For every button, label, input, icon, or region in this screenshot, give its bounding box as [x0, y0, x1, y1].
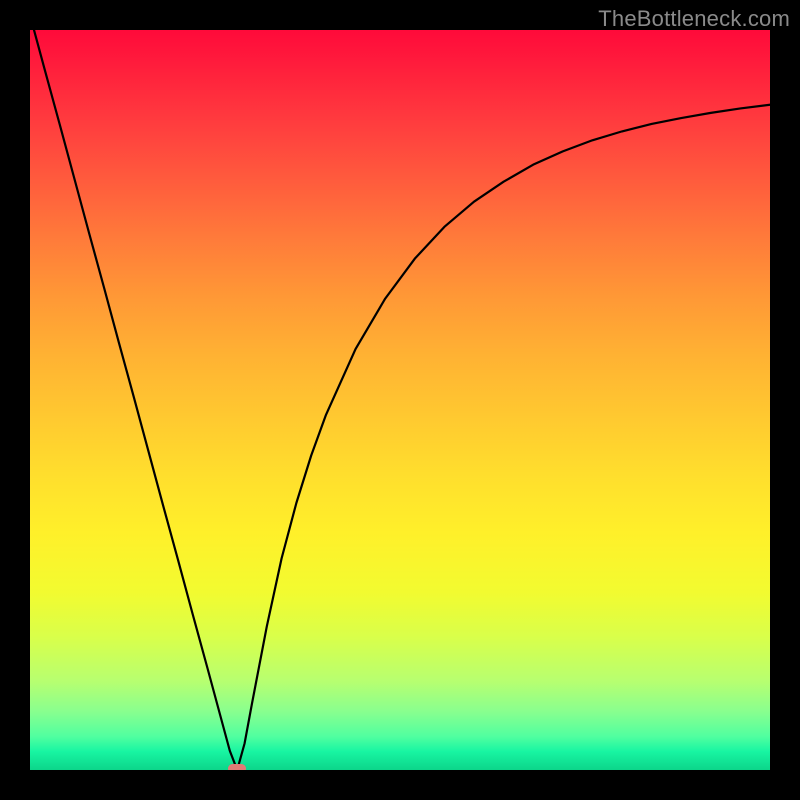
optimal-marker [228, 764, 246, 770]
watermark-text: TheBottleneck.com [598, 6, 790, 32]
chart-frame: TheBottleneck.com [0, 0, 800, 800]
plot-area [30, 30, 770, 770]
bottleneck-curve [30, 30, 770, 770]
